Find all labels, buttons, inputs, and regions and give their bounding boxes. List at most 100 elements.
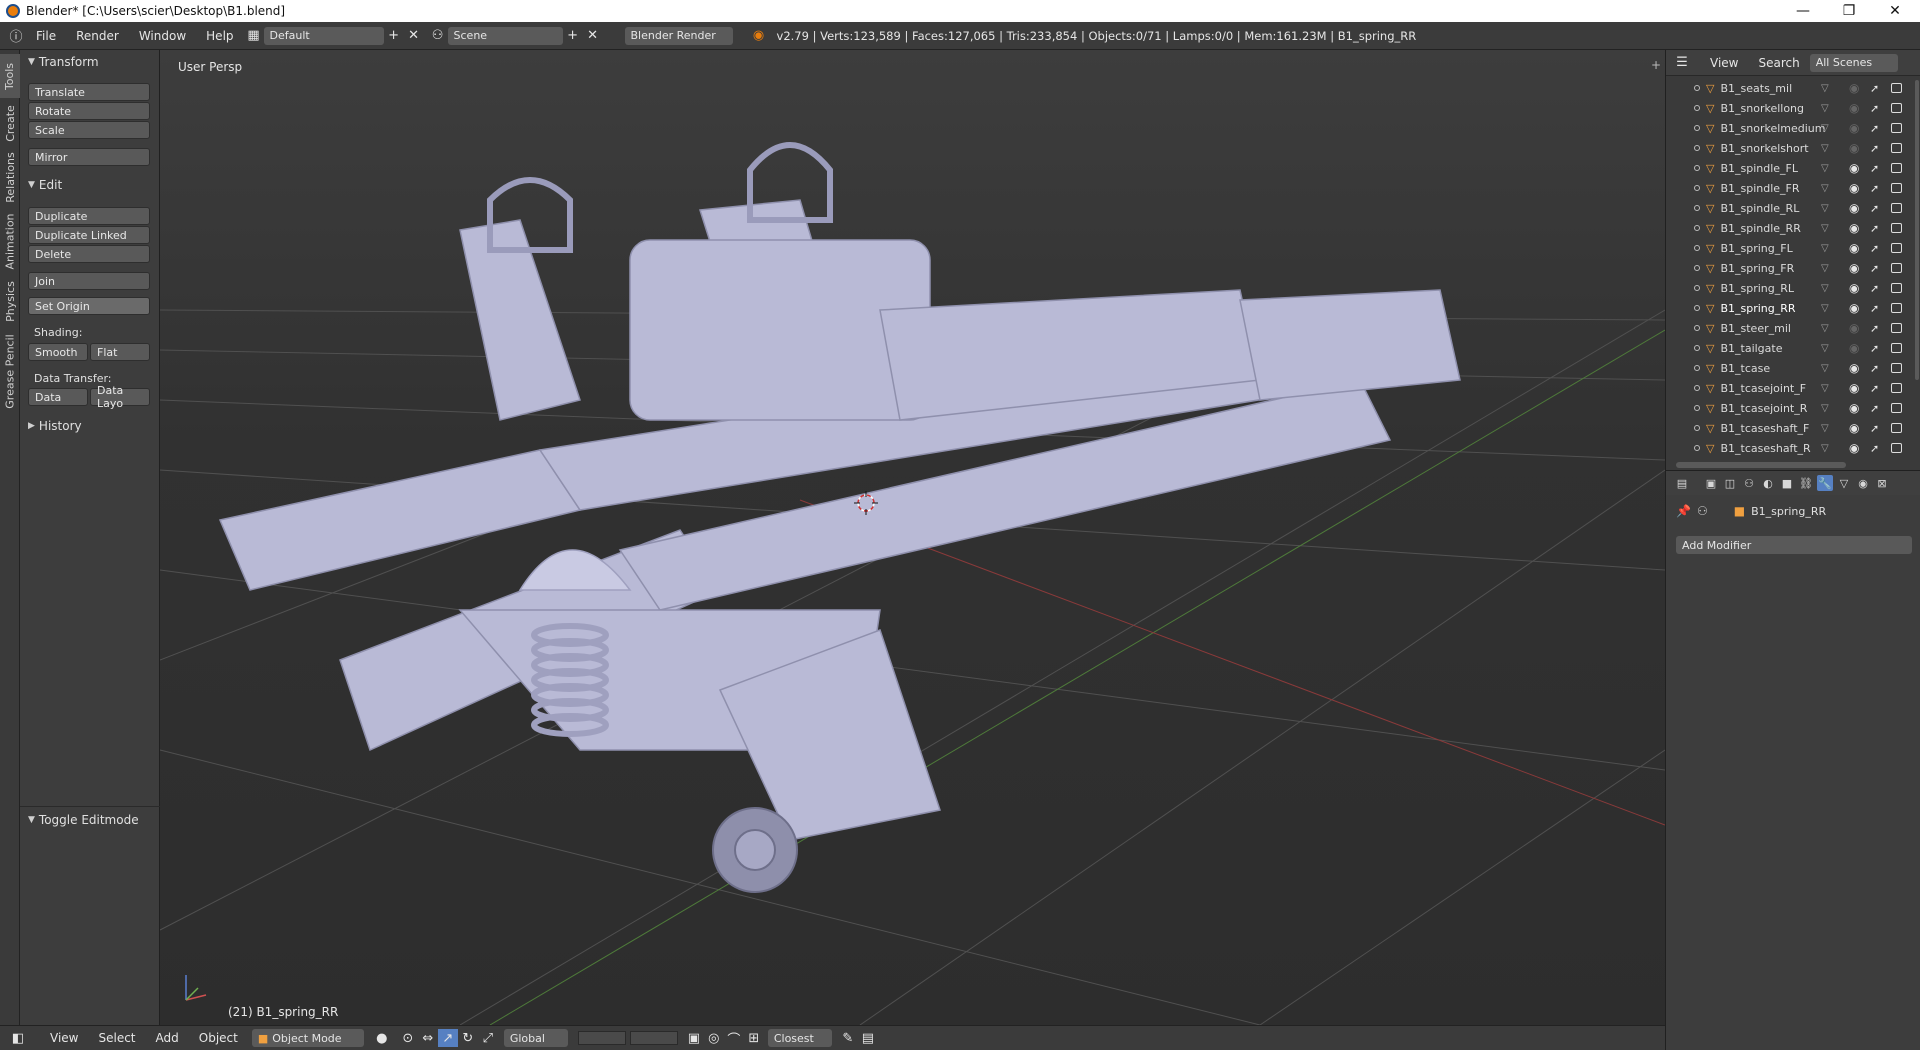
lock-layers-icon[interactable]: ▣ xyxy=(684,1029,704,1047)
toggle-editmode-panel-header[interactable]: ▼ Toggle Editmode xyxy=(28,813,139,827)
outliner-row-label[interactable]: B1_tcasejoint_F xyxy=(1720,382,1806,395)
outliner-row[interactable]: ▽ B1_tcaseshaft_F ▽ ◉ ➚ xyxy=(1666,418,1920,438)
outliner-row-label[interactable]: B1_steer_mil xyxy=(1720,322,1790,335)
outliner-row[interactable]: ▽ B1_spindle_FL ▽ ◉ ➚ xyxy=(1666,158,1920,178)
selectability-cursor-icon[interactable]: ➚ xyxy=(1870,282,1879,295)
selectability-cursor-icon[interactable]: ➚ xyxy=(1870,102,1879,115)
renderability-camera-icon[interactable] xyxy=(1891,423,1902,433)
renderability-camera-icon[interactable] xyxy=(1891,383,1902,393)
outliner-row-label[interactable]: B1_snorkelmedium xyxy=(1720,122,1825,135)
selectability-cursor-icon[interactable]: ➚ xyxy=(1870,382,1879,395)
renderability-camera-icon[interactable] xyxy=(1891,103,1902,113)
object-tab-icon[interactable]: ■ xyxy=(1779,475,1795,491)
outliner-row[interactable]: ▽ B1_tcase ▽ ◉ ➚ xyxy=(1666,358,1920,378)
close-button[interactable]: ✕ xyxy=(1872,0,1918,22)
render-layers-tab-icon[interactable]: ◫ xyxy=(1722,475,1738,491)
outliner-display-mode[interactable]: All Scenes xyxy=(1809,53,1898,72)
outliner-row[interactable]: ▽ B1_snorkelmedium ▽ ◉ ➚ xyxy=(1666,118,1920,138)
outliner-row-label[interactable]: B1_spring_RL xyxy=(1720,282,1794,295)
outliner-row-label[interactable]: B1_tcaseshaft_F xyxy=(1720,422,1809,435)
join-button[interactable]: Join xyxy=(28,272,150,290)
scale-button[interactable]: Scale xyxy=(28,121,150,139)
selectability-cursor-icon[interactable]: ➚ xyxy=(1870,242,1879,255)
tab-grease-pencil[interactable]: Grease Pencil xyxy=(0,328,20,414)
data-tab-icon[interactable]: ▽ xyxy=(1836,475,1852,491)
modifiers-tab-icon[interactable]: 🔧 xyxy=(1817,475,1833,491)
transform-orientation-select[interactable]: Global xyxy=(503,1029,568,1047)
manipulator-icon[interactable]: ⇔ xyxy=(418,1029,438,1047)
render-engine-select[interactable]: Blender Render xyxy=(624,26,733,45)
add-scene-icon[interactable]: + xyxy=(563,27,583,45)
layout-grid-icon[interactable]: ▦ xyxy=(244,27,264,45)
edit-panel-header[interactable]: ▼ Edit xyxy=(28,178,62,192)
selectability-cursor-icon[interactable]: ➚ xyxy=(1870,302,1879,315)
restore-button[interactable]: ❐ xyxy=(1826,0,1872,22)
renderability-camera-icon[interactable] xyxy=(1891,123,1902,133)
menu-help[interactable]: Help xyxy=(196,29,243,43)
properties-editor-icon[interactable]: ▤ xyxy=(1674,475,1690,491)
outliner-row[interactable]: ▽ B1_seats_mil ▽ ◉ ➚ xyxy=(1666,78,1920,98)
outliner-row-label[interactable]: B1_seats_mil xyxy=(1720,82,1792,95)
opengl-render-icon[interactable]: ✎ xyxy=(838,1029,858,1047)
outliner-row-label[interactable]: B1_tcase xyxy=(1720,362,1770,375)
tab-relations[interactable]: Relations xyxy=(0,148,20,206)
interaction-mode-select[interactable]: ■ Object Mode xyxy=(251,1029,364,1047)
visibility-eye-icon[interactable]: ◉ xyxy=(1849,181,1859,195)
3d-viewport[interactable]: User Persp (21) B1_spring_RR + xyxy=(160,50,1665,1025)
outliner-row-label[interactable]: B1_snorkelshort xyxy=(1720,142,1808,155)
data-layout-button[interactable]: Data Layo xyxy=(90,384,150,410)
outliner-row[interactable]: ▽ B1_spindle_RR ▽ ◉ ➚ xyxy=(1666,218,1920,238)
data-transfer-button[interactable]: Data xyxy=(28,388,88,406)
visibility-eye-icon[interactable]: ◉ xyxy=(1849,421,1859,435)
visibility-eye-icon[interactable]: ◉ xyxy=(1849,441,1859,455)
menu-window[interactable]: Window xyxy=(129,29,196,43)
screen-layout-field[interactable]: Default xyxy=(263,26,384,45)
duplicate-linked-button[interactable]: Duplicate Linked xyxy=(28,226,150,244)
constraints-tab-icon[interactable]: ⛓ xyxy=(1798,475,1814,491)
renderability-camera-icon[interactable] xyxy=(1891,343,1902,353)
outliner-menu-view[interactable]: View xyxy=(1700,56,1748,70)
outliner-vscrollbar[interactable] xyxy=(1915,80,1919,380)
scene-field[interactable]: Scene xyxy=(447,26,563,45)
outliner-row-label[interactable]: B1_tailgate xyxy=(1720,342,1782,355)
render-tab-icon[interactable]: ▣ xyxy=(1703,475,1719,491)
chassis-model[interactable] xyxy=(218,142,1461,841)
outliner-row-label[interactable]: B1_tcaseshaft_R xyxy=(1720,442,1810,455)
renderability-camera-icon[interactable] xyxy=(1891,143,1902,153)
snap-icon[interactable]: ⌒ xyxy=(724,1029,744,1048)
renderability-camera-icon[interactable] xyxy=(1891,363,1902,373)
rotate-manipulator-icon[interactable]: ↻ xyxy=(458,1029,478,1047)
tab-tools[interactable]: Tools xyxy=(0,54,20,98)
world-tab-icon[interactable]: ◐ xyxy=(1760,475,1776,491)
visibility-eye-icon[interactable]: ◉ xyxy=(1849,401,1859,415)
snap-element-icon[interactable]: ⊞ xyxy=(744,1029,764,1047)
renderability-camera-icon[interactable] xyxy=(1891,163,1902,173)
outliner-row-label[interactable]: B1_spindle_FL xyxy=(1720,162,1798,175)
pivot-point-icon[interactable]: ⊙ xyxy=(398,1029,418,1047)
outliner-row[interactable]: ▽ B1_snorkelshort ▽ ◉ ➚ xyxy=(1666,138,1920,158)
selectability-cursor-icon[interactable]: ➚ xyxy=(1870,142,1879,155)
outliner-hscrollbar[interactable] xyxy=(1676,462,1846,468)
add-modifier-dropdown[interactable]: Add Modifier xyxy=(1676,536,1912,554)
info-editor-icon[interactable]: ⓘ xyxy=(6,27,26,45)
properties-toggle-icon[interactable]: + xyxy=(1651,58,1661,72)
selectability-cursor-icon[interactable]: ➚ xyxy=(1870,82,1879,95)
physics-tab-icon[interactable]: ⊠ xyxy=(1874,475,1890,491)
tab-create[interactable]: Create xyxy=(0,100,20,146)
history-panel-header[interactable]: ▶ History xyxy=(28,419,82,433)
visibility-eye-icon[interactable]: ◉ xyxy=(1849,281,1859,295)
rotate-button[interactable]: Rotate xyxy=(28,102,150,120)
outliner-row-label[interactable]: B1_spindle_RR xyxy=(1720,222,1800,235)
outliner-editor-icon[interactable]: ☰ xyxy=(1672,54,1692,72)
outliner-row[interactable]: ▽ B1_spindle_RL ▽ ◉ ➚ xyxy=(1666,198,1920,218)
set-origin-dropdown[interactable]: Set Origin xyxy=(28,297,150,315)
renderability-camera-icon[interactable] xyxy=(1891,223,1902,233)
menu-select[interactable]: Select xyxy=(88,1031,145,1045)
viewport-shading-icon[interactable]: ● xyxy=(372,1029,392,1047)
menu-file[interactable]: File xyxy=(26,29,66,43)
selectability-cursor-icon[interactable]: ➚ xyxy=(1870,182,1879,195)
renderability-camera-icon[interactable] xyxy=(1891,443,1902,453)
visibility-eye-icon[interactable]: ◉ xyxy=(1849,221,1859,235)
visibility-eye-icon[interactable]: ◉ xyxy=(1849,341,1859,355)
visibility-eye-icon[interactable]: ◉ xyxy=(1849,121,1859,135)
